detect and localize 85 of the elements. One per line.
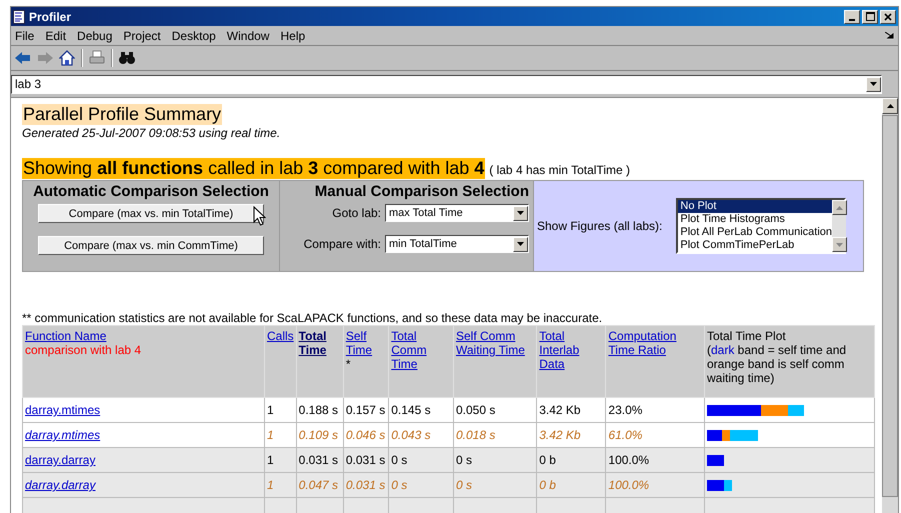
scroll-up-icon: [886, 104, 894, 108]
generated-text: Generated 25-Jul-2007 09:08:53 using real time.: [22, 126, 282, 140]
table-cell: 3.42 Kb: [536, 398, 606, 422]
table-cell: 0 s: [453, 472, 537, 498]
function-link[interactable]: darray.mtimes: [25, 403, 100, 417]
list-option[interactable]: Plot CommTimePerLab: [678, 239, 832, 252]
menu-item[interactable]: Desktop: [172, 28, 216, 42]
list-option[interactable]: Plot All PerLab Communication: [678, 226, 832, 239]
page-heading: Parallel Profile Summary: [22, 104, 222, 125]
sort-link[interactable]: Self Time: [346, 329, 386, 357]
document-icon: [13, 10, 25, 24]
function-link[interactable]: darray.mtimes: [25, 428, 100, 442]
function-link[interactable]: darray.darray: [25, 453, 96, 467]
location-combo-box[interactable]: lab 3: [11, 74, 882, 94]
table-cell: 100.0%: [606, 472, 704, 498]
table-cell: 0.031 s: [343, 448, 389, 472]
binoculars-icon[interactable]: [119, 51, 135, 65]
table-cell: 1: [264, 398, 296, 422]
field-label: Show Figures (all labs):: [537, 219, 662, 233]
footnote-text: ** communication statistics are not available for ScaLAPACK functions, and so these data may be inaccurate.: [22, 311, 604, 325]
table-cell: 23.0%: [606, 398, 704, 422]
lab-select[interactable]: max Total Time: [385, 204, 529, 222]
min-time-note: ( lab 4 has min TotalTime ): [489, 163, 630, 179]
menu-item[interactable]: Debug: [77, 28, 112, 42]
menu-item[interactable]: File: [15, 28, 34, 42]
table-cell: 0 s: [388, 448, 454, 472]
showing-heading: Showing all functions called in lab 3 compared with lab 4: [22, 158, 486, 179]
panel-heading: Automatic Comparison Selection: [33, 183, 269, 200]
table-cell: 0.031 s: [343, 472, 389, 498]
menu-item[interactable]: Window: [226, 28, 270, 42]
lab-select[interactable]: min TotalTime: [385, 235, 529, 253]
sort-link[interactable]: Total Interlab Data: [539, 329, 604, 371]
scroll-up-icon: [836, 206, 844, 210]
list-option[interactable]: Plot Time Histograms: [678, 213, 832, 226]
undock-arrow-icon[interactable]: [885, 32, 894, 39]
sort-link[interactable]: Self Comm Waiting Time: [456, 329, 534, 357]
list-option[interactable]: No Plot: [678, 200, 832, 213]
plot-header-text: Total Time Plot (dark band = self time and orange band is self comm waiting time): [707, 329, 846, 385]
table-cell: 0.031 s: [296, 448, 344, 472]
field-label: Compare with:: [304, 237, 381, 251]
compare-button[interactable]: Compare (max vs. min CommTime): [38, 236, 264, 255]
table-cell: 1: [264, 472, 296, 498]
sort-link[interactable]: Computation Time Ratio: [608, 329, 702, 357]
table-cell: 100.0%: [606, 448, 704, 472]
home-icon[interactable]: [59, 50, 75, 66]
table-cell: 0.145 s: [388, 398, 454, 422]
table-cell: 0 s: [453, 448, 537, 472]
table-cell: 0.050 s: [453, 398, 537, 422]
scroll-down-icon: [836, 242, 844, 246]
back-arrow-icon[interactable]: [15, 52, 31, 64]
figures-list-box[interactable]: No Plot Plot Time Histograms Plot All PerLab Communication Plot CommTimePerLab: [676, 198, 846, 254]
table-cell: 1: [264, 448, 296, 472]
function-link[interactable]: darray.darray: [25, 478, 96, 492]
maximize-icon: [866, 12, 874, 21]
table-cell: 0.047 s: [296, 472, 344, 498]
comparison-note: comparison with lab 4: [25, 343, 142, 357]
menu-item[interactable]: Help: [280, 28, 306, 42]
table-cell: 0.188 s: [296, 398, 344, 422]
caret-icon: [870, 82, 877, 86]
sort-link[interactable]: Function Name: [25, 329, 106, 343]
table-cell: 0 b: [536, 472, 606, 498]
field-label: Goto lab:: [332, 206, 381, 220]
caret-icon: [517, 211, 524, 215]
menu-item[interactable]: Project: [123, 28, 161, 42]
table-cell: 0.157 s: [343, 398, 389, 422]
table-cell: 0 b: [536, 448, 606, 472]
sort-link[interactable]: Total Comm Time: [391, 329, 451, 371]
list-scrollbar[interactable]: [832, 200, 846, 252]
footnote-mark: *: [346, 357, 351, 371]
table-cell: 0 s: [388, 472, 454, 498]
maximize-button[interactable]: [862, 10, 878, 24]
vertical-scrollbar[interactable]: [882, 98, 898, 513]
printer-icon[interactable]: [89, 50, 105, 66]
caret-icon: [517, 242, 524, 246]
close-icon: [884, 12, 892, 20]
mouse-pointer-icon: [253, 206, 266, 226]
window-title: Profiler: [29, 10, 72, 24]
panel-heading: Manual Comparison Selection: [314, 183, 529, 200]
menu-item[interactable]: Edit: [45, 28, 66, 42]
sort-link[interactable]: Total Time: [298, 329, 341, 357]
minimize-icon: [849, 18, 855, 20]
close-button[interactable]: [880, 10, 896, 24]
minimize-button[interactable]: [844, 10, 860, 24]
sort-link[interactable]: Calls: [267, 329, 294, 343]
compare-button[interactable]: Compare (max vs. min TotalTime): [38, 204, 264, 223]
